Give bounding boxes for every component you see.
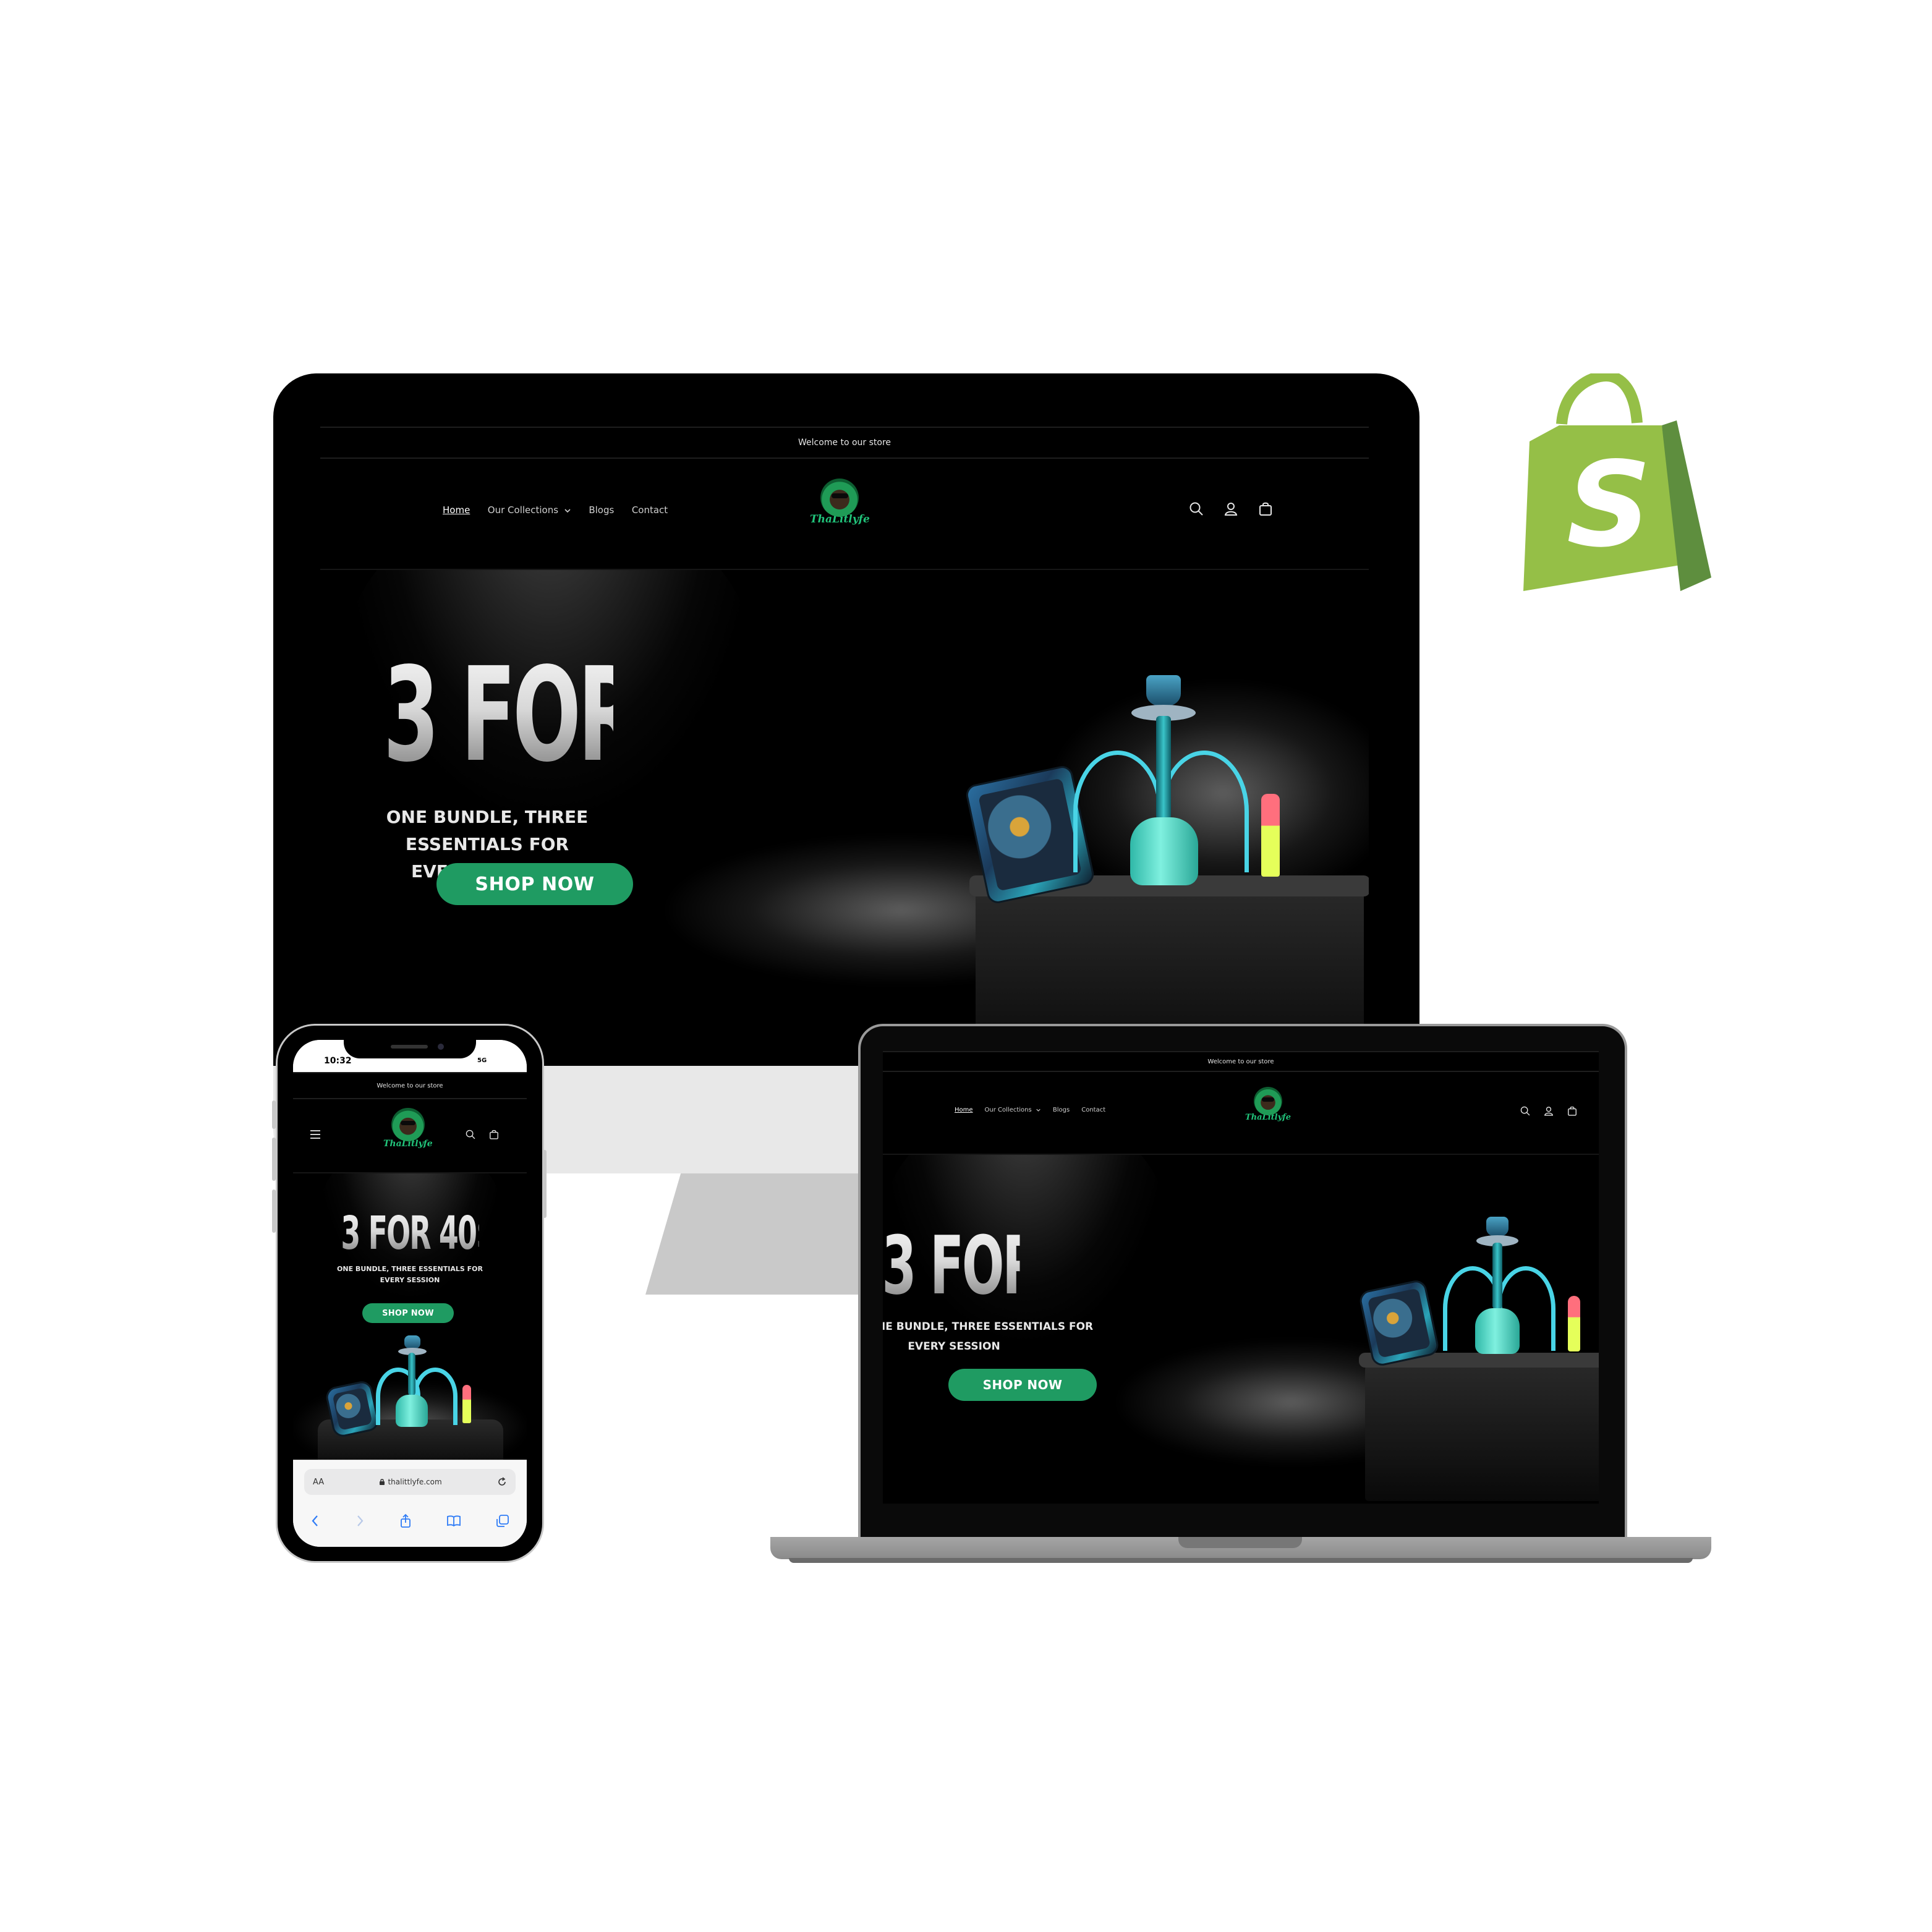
- header-icons: [1520, 1105, 1578, 1117]
- header-icons: [465, 1129, 500, 1140]
- mouthpiece-product: [462, 1385, 471, 1423]
- nav-home[interactable]: Home: [443, 504, 470, 516]
- hero-subhead-line2: EVERY SESSION: [380, 1276, 440, 1284]
- logo-mark: [1254, 1087, 1282, 1115]
- mouthpiece-product: [1568, 1296, 1580, 1351]
- hero-subhead: ONE BUNDLE, THREE ESSENTIALS FOR EVERY S…: [293, 1264, 527, 1286]
- cart-icon[interactable]: [1258, 501, 1274, 517]
- desktop-store-page: Welcome to our store Home Our Collection…: [320, 427, 1369, 1066]
- search-icon[interactable]: [465, 1129, 476, 1140]
- account-icon[interactable]: [1223, 501, 1239, 517]
- chevron-down-icon: [564, 508, 571, 513]
- store-logo[interactable]: ThaLitlyfe: [383, 1108, 433, 1149]
- hookah-bowl: [404, 1335, 420, 1349]
- svg-text:S: S: [1567, 436, 1651, 573]
- laptop-lip: [789, 1558, 1693, 1563]
- cart-icon[interactable]: [1567, 1105, 1578, 1117]
- announcement-text: Welcome to our store: [1207, 1058, 1274, 1065]
- hookah-vase: [1475, 1308, 1520, 1354]
- main-nav: Home Our Collections Blogs Contact: [443, 504, 686, 516]
- share-icon[interactable]: [399, 1513, 412, 1528]
- safari-toolbar: AA thalittlyfe.com: [293, 1460, 527, 1547]
- shop-now-button[interactable]: SHOP NOW: [436, 863, 633, 905]
- safari-nav-buttons: [293, 1506, 527, 1536]
- phone-speaker: [391, 1045, 428, 1049]
- shop-now-button[interactable]: SHOP NOW: [362, 1303, 454, 1323]
- nav-home[interactable]: Home: [955, 1107, 973, 1113]
- address-bar[interactable]: AA thalittlyfe.com: [304, 1469, 516, 1495]
- nav-blogs[interactable]: Blogs: [589, 504, 614, 516]
- laptop-store-page: Welcome to our store Home Our Collection…: [883, 1051, 1599, 1504]
- tabs-icon[interactable]: [496, 1514, 509, 1528]
- announcement-bar: Welcome to our store: [293, 1072, 527, 1099]
- nav-contact[interactable]: Contact: [1081, 1107, 1105, 1113]
- announcement-text: Welcome to our store: [377, 1082, 443, 1089]
- announcement-bar: Welcome to our store: [320, 427, 1369, 459]
- status-time: 10:32: [324, 1056, 352, 1066]
- hookah-stem: [1492, 1243, 1502, 1309]
- hero-subhead-line1: ONE BUNDLE, THREE ESSENTIALS FOR: [386, 807, 589, 854]
- chevron-down-icon: [1036, 1109, 1040, 1112]
- menu-icon[interactable]: [309, 1129, 321, 1140]
- hookah-vase: [1130, 817, 1198, 885]
- hookah-bowl: [1146, 675, 1181, 706]
- cart-icon[interactable]: [488, 1129, 500, 1140]
- account-icon[interactable]: [1543, 1105, 1554, 1117]
- announcement-bar: Welcome to our store: [883, 1051, 1599, 1072]
- hookah-stem: [1156, 716, 1171, 820]
- desktop-screen: Welcome to our store Home Our Collection…: [320, 427, 1369, 1066]
- mouthpiece-product: [1261, 794, 1280, 877]
- url-display: thalittlyfe.com: [324, 1478, 497, 1486]
- nav-blogs[interactable]: Blogs: [1053, 1107, 1070, 1113]
- bookmarks-icon[interactable]: [446, 1515, 461, 1527]
- hero-headline: 3 FOR 40$: [341, 1207, 496, 1260]
- logo-mark: [391, 1108, 425, 1141]
- phone-store-page: Welcome to our store ThaLitlyfe 3 FOR 40…: [293, 1072, 527, 1460]
- hero-subhead-line1: NE BUNDLE, THREE ESSENTIALS FOR: [883, 1321, 1094, 1333]
- nav-contact[interactable]: Contact: [632, 504, 668, 516]
- hookah-stem: [408, 1353, 415, 1396]
- logo-mark: [820, 479, 859, 517]
- lock-icon: [380, 1479, 385, 1485]
- phone-camera: [438, 1044, 444, 1050]
- nav-collections[interactable]: Our Collections: [985, 1107, 1041, 1113]
- nav-collections-label: Our Collections: [487, 504, 559, 516]
- search-icon[interactable]: [1520, 1105, 1531, 1117]
- hero-subhead: NE BUNDLE, THREE ESSENTIALS FOR EVERY SE…: [883, 1317, 1094, 1356]
- store-logo[interactable]: ThaLitlyfe: [1245, 1087, 1291, 1122]
- phone-screen: 10:32 5G Welcome to our store ThaLitlyfe…: [293, 1040, 527, 1547]
- laptop-screen: Welcome to our store Home Our Collection…: [883, 1051, 1599, 1504]
- nav-collections-label: Our Collections: [984, 1107, 1032, 1113]
- forward-icon[interactable]: [355, 1514, 365, 1528]
- hero-banner: 3 FOR 40$ ONE BUNDLE, THREE ESSENTIALS F…: [293, 1173, 527, 1460]
- text-size-button[interactable]: AA: [313, 1478, 324, 1487]
- back-icon[interactable]: [310, 1514, 320, 1528]
- site-header: Home Our Collections Blogs Contact ThaLi…: [883, 1071, 1599, 1155]
- status-network: 5G: [477, 1057, 487, 1064]
- header-icons: [1188, 501, 1274, 517]
- hookah-vase: [396, 1395, 428, 1427]
- hero-banner: 3 FOR 40$ NE BUNDLE, THREE ESSENTIALS FO…: [883, 1155, 1599, 1504]
- shopify-bag-icon: S: [1523, 373, 1711, 591]
- hero-banner: 3 FOR 40$ ONE BUNDLE, THREE ESSENTIALS F…: [320, 570, 1369, 1066]
- search-icon[interactable]: [1188, 501, 1204, 517]
- announcement-text: Welcome to our store: [798, 438, 892, 448]
- hookah-bowl: [1486, 1217, 1509, 1236]
- hero-subhead-line2: EVERY SESSION: [908, 1340, 1000, 1353]
- hero-headline: 3 FOR 40$: [883, 1219, 1154, 1313]
- nav-collections[interactable]: Our Collections: [488, 504, 571, 516]
- display-table: [1365, 1359, 1599, 1501]
- laptop-notch: [1178, 1537, 1302, 1548]
- reload-icon[interactable]: [497, 1477, 507, 1487]
- hero-subhead-line1: ONE BUNDLE, THREE ESSENTIALS FOR: [337, 1265, 483, 1273]
- store-logo[interactable]: ThaLitlyfe: [810, 479, 870, 526]
- hero-headline: 3 FOR 40$: [383, 639, 823, 791]
- url-text: thalittlyfe.com: [388, 1478, 442, 1486]
- site-header: ThaLitlyfe: [293, 1098, 527, 1173]
- site-header: Home Our Collections Blogs Contact ThaLi…: [320, 457, 1369, 570]
- shop-now-button[interactable]: SHOP NOW: [948, 1369, 1097, 1401]
- main-nav: Home Our Collections Blogs Contact: [955, 1107, 1117, 1113]
